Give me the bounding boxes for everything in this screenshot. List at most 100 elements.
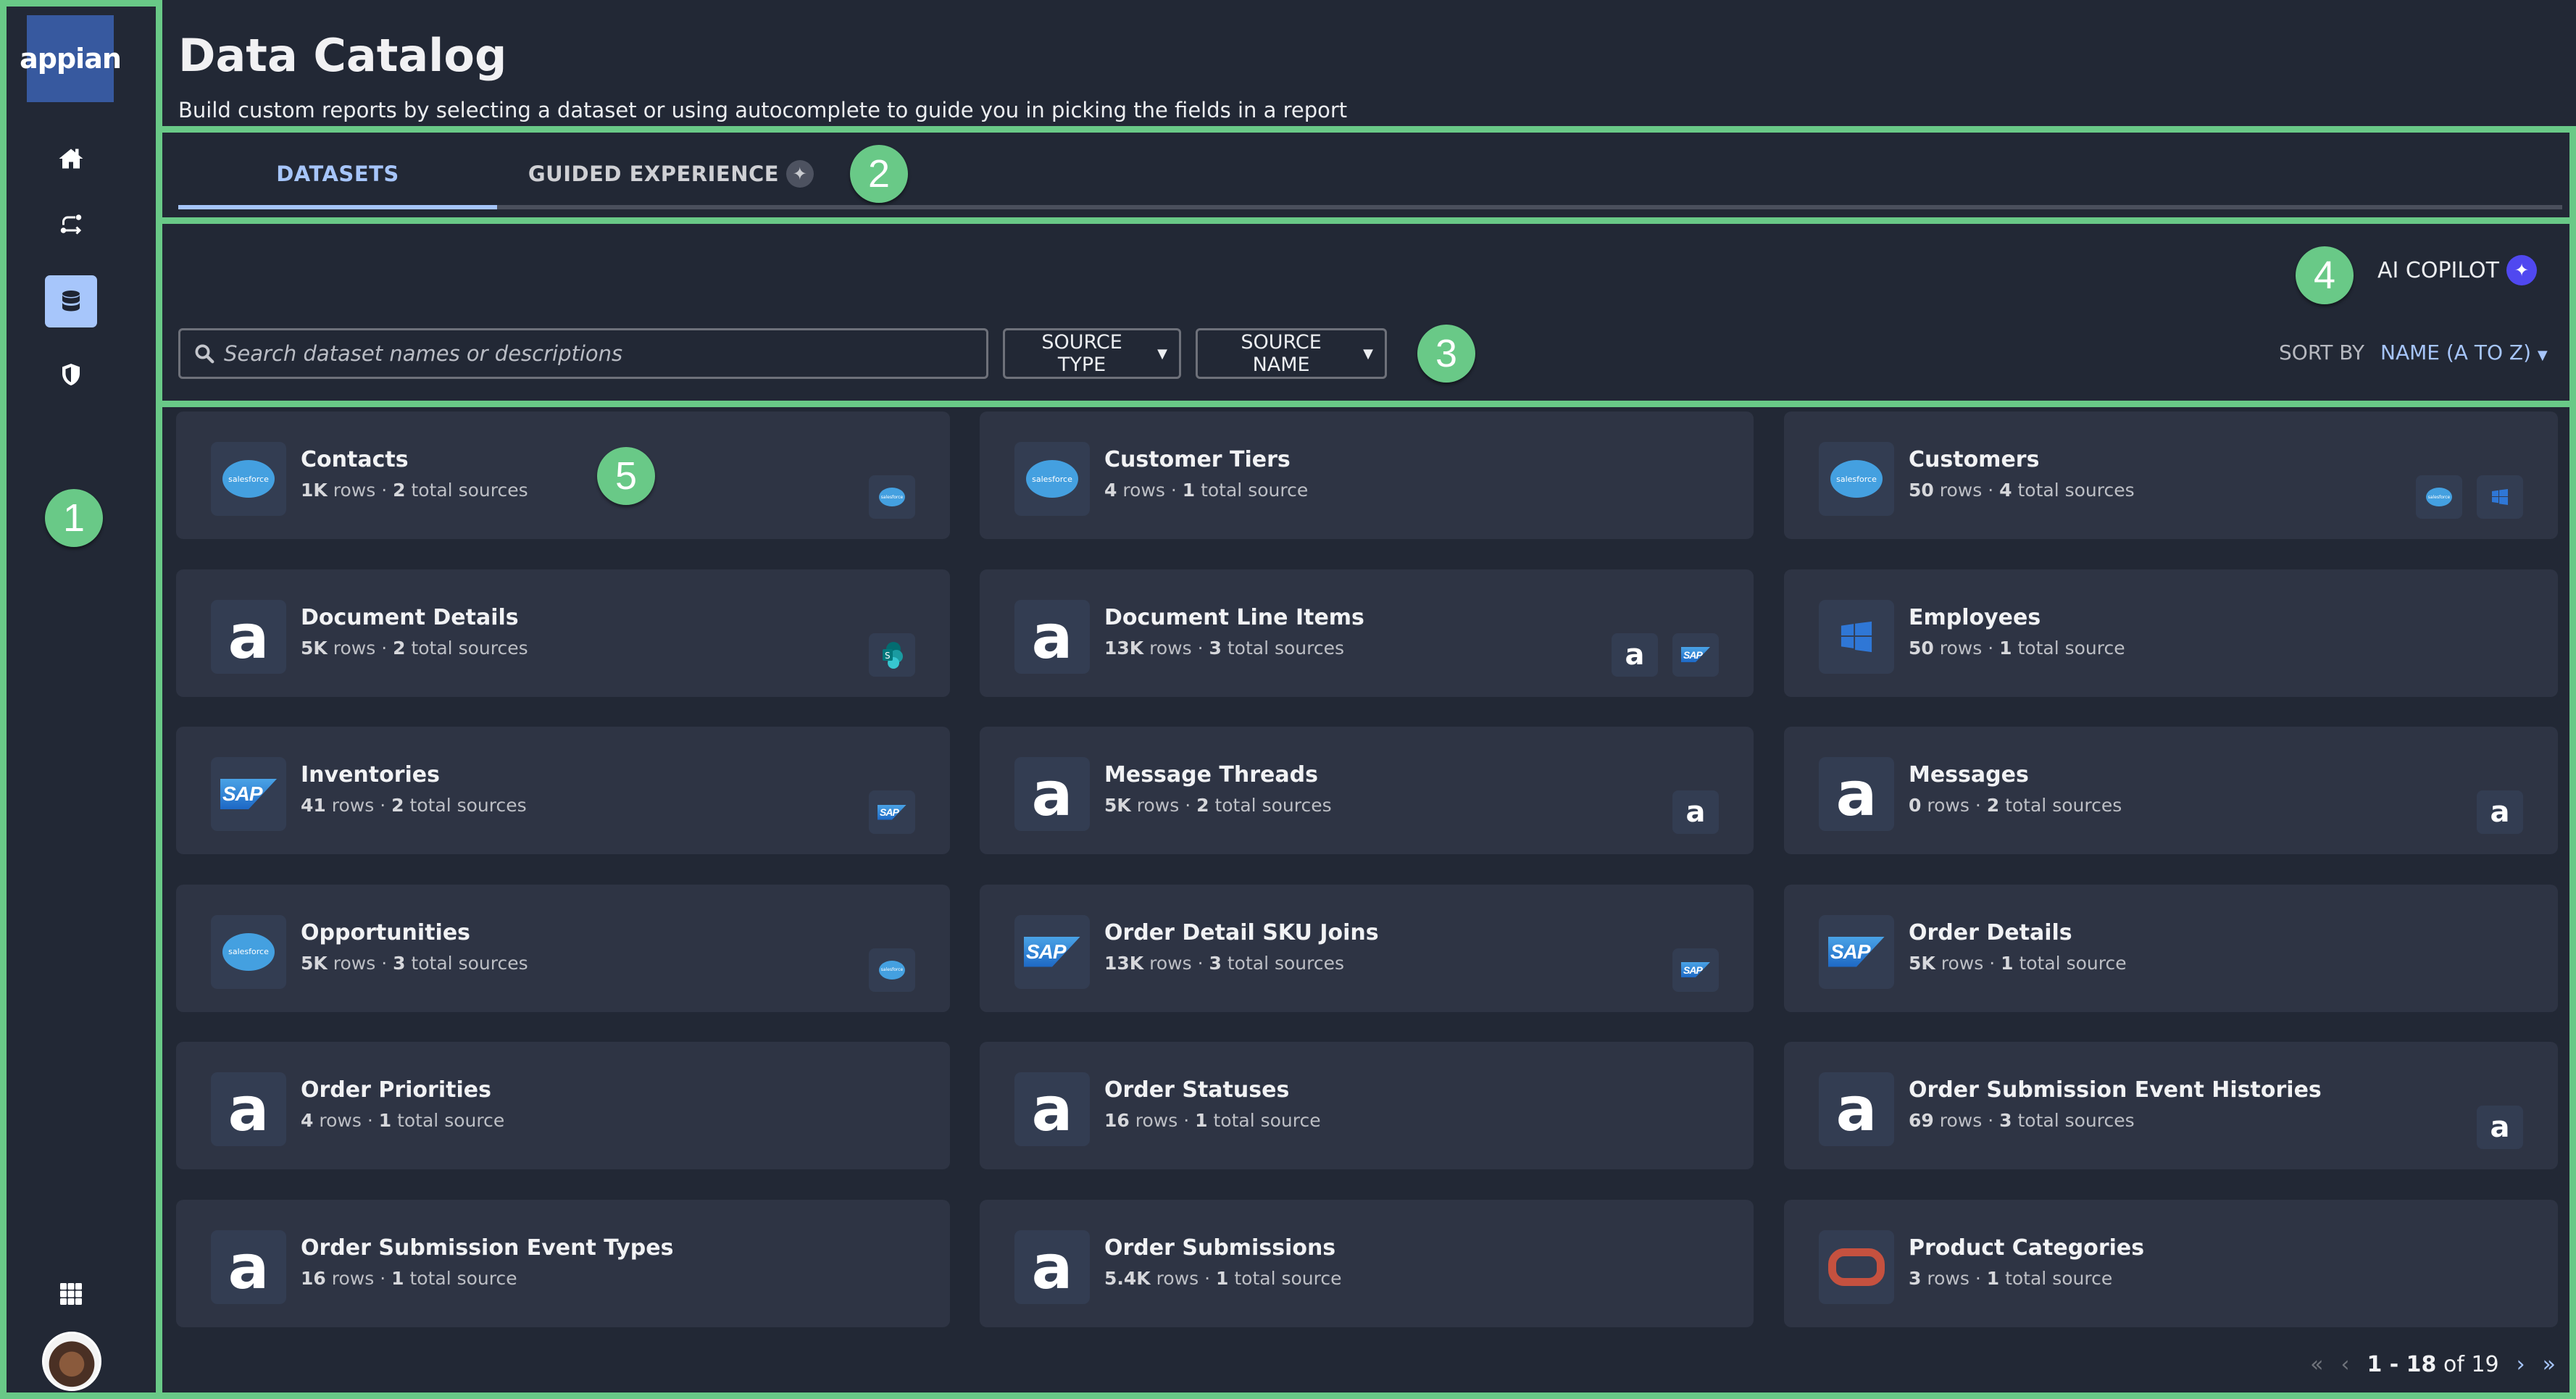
salesforce-icon: salesforce: [879, 960, 905, 980]
search-input[interactable]: [224, 341, 949, 366]
windows-icon: [1841, 621, 1872, 652]
dataset-card[interactable]: salesforce Opportunities 5K rows · 3 tot…: [176, 884, 950, 1012]
next-page-icon[interactable]: ›: [2517, 1352, 2525, 1377]
dataset-name: Order Details: [1909, 919, 2072, 945]
sap-icon: SAP: [220, 779, 277, 809]
salesforce-icon: salesforce: [2426, 488, 2452, 506]
sidebar: appian: [0, 0, 158, 1399]
dataset-name: Order Statuses: [1104, 1077, 1290, 1103]
appian-icon: a: [1031, 759, 1073, 830]
source-name-filter[interactable]: SOURCE NAME ▼: [1196, 328, 1387, 379]
dataset-icon: salesforce: [211, 442, 286, 516]
dataset-meta: 13K rows · 3 total sources: [1104, 952, 1345, 974]
shield-icon: [62, 364, 80, 385]
appian-icon: a: [228, 1231, 270, 1303]
dataset-icon: salesforce: [1819, 442, 1894, 516]
source-chip: SAP: [869, 790, 915, 834]
dataset-card[interactable]: Employees 50 rows · 1 total source: [1784, 569, 2558, 697]
source-chip: a: [2477, 790, 2523, 834]
dataset-name: Opportunities: [301, 919, 471, 945]
appian-icon: a: [228, 601, 270, 672]
salesforce-icon: salesforce: [222, 460, 275, 498]
source-type-filter[interactable]: SOURCE TYPE ▼: [1003, 328, 1181, 379]
source-icons: SAP: [869, 790, 915, 834]
dataset-card[interactable]: SAP Order Detail SKU Joins 13K rows · 3 …: [980, 884, 1754, 1012]
user-avatar[interactable]: [42, 1332, 101, 1391]
pagination: « ‹ 1 - 18 of 19 › »: [2310, 1352, 2556, 1377]
annotation-badge-3: 3: [1417, 325, 1475, 383]
dataset-card[interactable]: a Messages 0 rows · 2 total sources a: [1784, 727, 2558, 854]
dataset-icon: salesforce: [211, 914, 286, 989]
dataset-card[interactable]: Product Categories 3 rows · 1 total sour…: [1784, 1199, 2558, 1327]
dataset-icon: salesforce: [1014, 442, 1090, 516]
page-range: 1 - 18 of 19: [2367, 1352, 2499, 1377]
sidebar-item-home[interactable]: [45, 133, 97, 185]
sap-icon: SAP: [1024, 936, 1080, 967]
appian-icon: a: [1031, 601, 1073, 672]
dataset-card[interactable]: SAP Order Details 5K rows · 1 total sour…: [1784, 884, 2558, 1012]
ai-copilot-button[interactable]: AI COPILOT ✦: [2377, 255, 2537, 285]
source-chip: SAP: [1672, 948, 1719, 992]
dataset-icon: a: [1014, 599, 1090, 674]
dataset-icon: SAP: [211, 757, 286, 831]
first-page-icon[interactable]: «: [2310, 1352, 2323, 1377]
dataset-card[interactable]: salesforce Contacts 1K rows · 2 total so…: [176, 412, 950, 539]
dataset-meta: 5.4K rows · 1 total source: [1104, 1267, 1342, 1289]
tab-datasets[interactable]: DATASETS: [178, 138, 497, 209]
sidebar-item-security[interactable]: [45, 348, 97, 401]
source-chip: a: [1612, 632, 1658, 677]
dataset-name: Product Categories: [1909, 1235, 2145, 1261]
annotation-badge-1: 1: [45, 489, 103, 547]
page-subtitle: Build custom reports by selecting a data…: [178, 98, 1348, 122]
appian-icon: a: [2490, 795, 2510, 829]
source-chip: [2477, 475, 2523, 519]
source-chip: SAP: [1672, 632, 1719, 677]
dataset-name: Order Submission Event Types: [301, 1235, 674, 1261]
dataset-icon: a: [1014, 1072, 1090, 1146]
dataset-meta: 4 rows · 1 total source: [301, 1110, 505, 1131]
search-field[interactable]: [178, 328, 988, 379]
search-icon: [195, 344, 214, 364]
appian-logo[interactable]: appian: [20, 15, 122, 102]
dataset-meta: 69 rows · 3 total sources: [1909, 1110, 2135, 1131]
dataset-card[interactable]: a Document Details 5K rows · 2 total sou…: [176, 569, 950, 697]
dataset-card[interactable]: SAP Inventories 41 rows · 2 total source…: [176, 727, 950, 854]
tab-guided-experience[interactable]: GUIDED EXPERIENCE ✦: [497, 138, 845, 209]
dataset-name: Customer Tiers: [1104, 447, 1291, 472]
source-chip: a: [2477, 1106, 2523, 1149]
source-icons: SAP: [1672, 948, 1719, 992]
sidebar-item-data[interactable]: [45, 275, 97, 327]
dataset-card[interactable]: a Document Line Items 13K rows · 3 total…: [980, 569, 1754, 697]
dataset-icon: a: [211, 1229, 286, 1304]
dataset-card[interactable]: a Message Threads 5K rows · 2 total sour…: [980, 727, 1754, 854]
dataset-card[interactable]: salesforce Customers 50 rows · 4 total s…: [1784, 412, 2558, 539]
caret-down-icon: ▼: [2537, 348, 2548, 363]
dataset-name: Order Submission Event Histories: [1909, 1077, 2322, 1103]
salesforce-icon: salesforce: [222, 932, 275, 971]
last-page-icon[interactable]: »: [2543, 1352, 2556, 1377]
appian-icon: a: [1625, 638, 1645, 672]
dataset-icon: a: [1014, 1229, 1090, 1304]
dataset-card[interactable]: a Order Submission Event Histories 69 ro…: [1784, 1042, 2558, 1169]
source-icons: a SAP: [1612, 632, 1719, 677]
dataset-meta: 16 rows · 1 total source: [301, 1267, 517, 1289]
dataset-meta: 41 rows · 2 total sources: [301, 795, 527, 816]
sidebar-item-apps[interactable]: [45, 1268, 97, 1320]
dataset-meta: 16 rows · 1 total source: [1104, 1110, 1321, 1131]
dataset-name: Document Line Items: [1104, 604, 1364, 630]
dataset-card[interactable]: a Order Statuses 16 rows · 1 total sourc…: [980, 1042, 1754, 1169]
dataset-meta: 3 rows · 1 total source: [1909, 1267, 2113, 1289]
dataset-card[interactable]: a Order Submissions 5.4K rows · 1 total …: [980, 1199, 1754, 1327]
dataset-card[interactable]: salesforce Customer Tiers 4 rows · 1 tot…: [980, 412, 1754, 539]
dataset-icon: SAP: [1014, 914, 1090, 989]
annotation-badge-5: 5: [597, 447, 655, 505]
dataset-meta: 4 rows · 1 total source: [1104, 480, 1309, 501]
dataset-card[interactable]: a Order Submission Event Types 16 rows ·…: [176, 1199, 950, 1327]
dataset-name: Customers: [1909, 447, 2040, 472]
appian-icon: a: [1835, 1074, 1877, 1145]
sort-dropdown[interactable]: NAME (A TO Z) ▼: [2380, 341, 2548, 364]
previous-page-icon[interactable]: ‹: [2341, 1352, 2349, 1377]
sidebar-item-process[interactable]: [45, 198, 97, 250]
dataset-icon: a: [1014, 757, 1090, 831]
dataset-card[interactable]: a Order Priorities 4 rows · 1 total sour…: [176, 1042, 950, 1169]
